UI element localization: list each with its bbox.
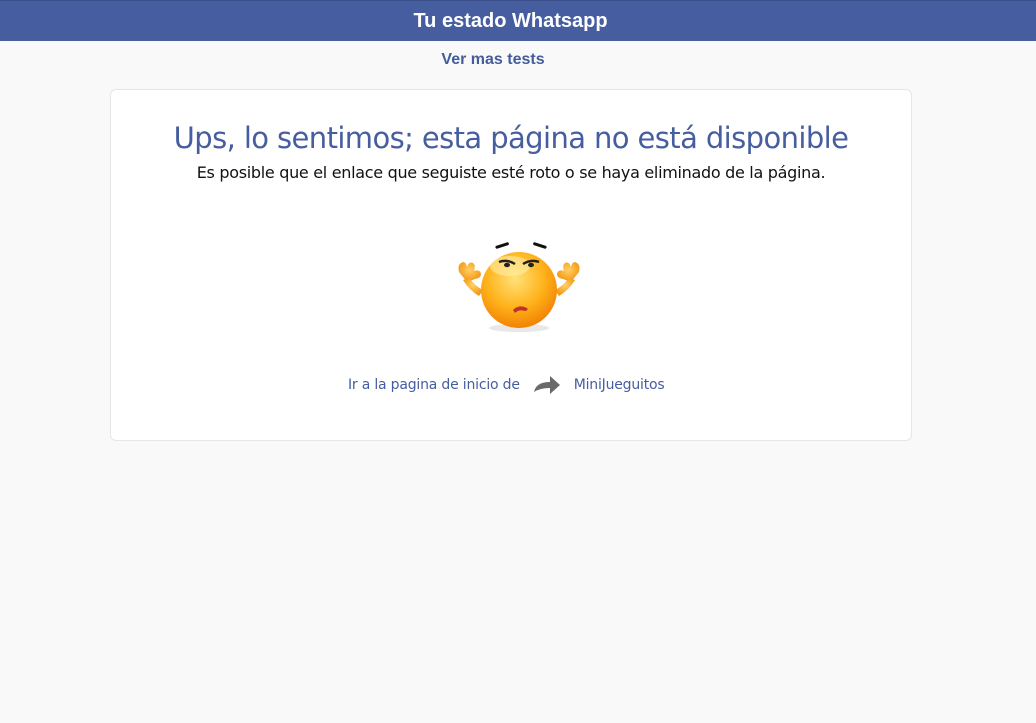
home-link-row: Ir a la pagina de inicio de MiniJueguito… [348,372,665,398]
arrow-right-icon [533,376,560,394]
minijueguitos-link[interactable]: MiniJueguitos [574,377,665,393]
error-title: Ups, lo sentimos; esta página no está di… [173,121,849,155]
more-tests-link[interactable]: Ver mas tests [0,50,986,70]
error-card: Ups, lo sentimos; esta página no está di… [110,89,912,441]
site-title: Tu estado Whatsapp [413,10,608,32]
home-link-prefix: Ir a la pagina de inicio de [348,377,520,393]
confused-emoji-icon [458,242,580,332]
top-bar: Tu estado Whatsapp [0,0,1036,41]
error-subtitle: Es posible que el enlace que seguiste es… [196,163,826,182]
